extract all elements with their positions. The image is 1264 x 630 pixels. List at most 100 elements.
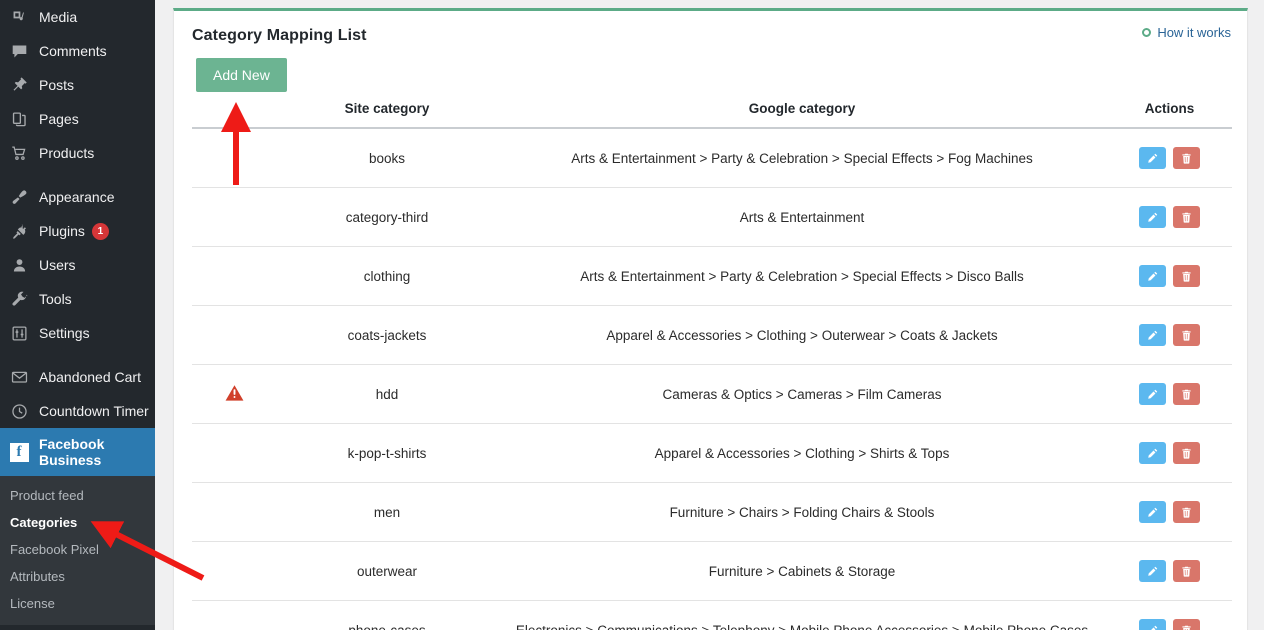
- sidebar-item-label: Tools: [39, 290, 72, 307]
- media-icon: [8, 7, 30, 27]
- row-actions-cell: [1107, 600, 1232, 630]
- delete-row-button[interactable]: [1173, 442, 1200, 464]
- sidebar-item-facebook-business[interactable]: f Facebook Business: [0, 428, 155, 476]
- table-header: Site category Google category Actions: [192, 101, 1232, 129]
- google-category-cell: Apparel & Accessories > Clothing > Shirt…: [497, 423, 1107, 483]
- row-warning-cell: [192, 305, 277, 365]
- sliders-icon: [8, 323, 30, 343]
- site-category-cell: outerwear: [277, 541, 497, 601]
- pencil-icon: [1147, 212, 1158, 223]
- sidebar-item-products[interactable]: Products: [0, 136, 155, 170]
- delete-row-button[interactable]: [1173, 560, 1200, 582]
- sidebar-item-label: Comments: [39, 42, 107, 59]
- submenu-item-license[interactable]: License: [0, 590, 155, 617]
- edit-row-button[interactable]: [1139, 147, 1166, 169]
- sidebar-item-label: Users: [39, 256, 76, 273]
- sidebar-item-label: Abandoned Cart: [39, 368, 141, 385]
- delete-row-button[interactable]: [1173, 206, 1200, 228]
- main-content: Category Mapping List How it works Add N…: [155, 0, 1264, 630]
- google-category-cell: Electronics > Communications > Telephony…: [497, 600, 1107, 630]
- trash-icon: [1181, 448, 1192, 459]
- row-warning-cell: [192, 423, 277, 483]
- pencil-icon: [1147, 153, 1158, 164]
- site-category-cell: phone-cases: [277, 600, 497, 630]
- row-warning-cell: [192, 364, 277, 424]
- edit-row-button[interactable]: [1139, 383, 1166, 405]
- sidebar-item-label: Products: [39, 144, 95, 161]
- admin-sidebar: Media Comments Posts Pages Products Appearanc…: [0, 0, 155, 630]
- trash-icon: [1181, 507, 1192, 518]
- pencil-icon: [1147, 330, 1158, 341]
- row-actions-cell: [1107, 246, 1232, 306]
- delete-row-button[interactable]: [1173, 147, 1200, 169]
- sidebar-item-abandoned-cart[interactable]: Abandoned Cart: [0, 360, 155, 394]
- edit-row-button[interactable]: [1139, 265, 1166, 287]
- posts-pin-icon: [8, 75, 30, 95]
- sidebar-item-plugins[interactable]: Plugins 1: [0, 214, 155, 248]
- table-header-row: Site category Google category Actions: [192, 101, 1232, 129]
- submenu-item-product-feed[interactable]: Product feed: [0, 482, 155, 509]
- sidebar-item-settings[interactable]: Settings: [0, 316, 155, 350]
- pages-icon: [8, 109, 30, 129]
- sidebar-item-appearance[interactable]: Appearance: [0, 180, 155, 214]
- submenu-item-attributes[interactable]: Attributes: [0, 563, 155, 590]
- google-category-cell: Cameras & Optics > Cameras > Film Camera…: [497, 364, 1107, 424]
- row-warning-cell: [192, 187, 277, 247]
- sidebar-item-comments[interactable]: Comments: [0, 34, 155, 68]
- clock-icon: [8, 401, 30, 421]
- facebook-icon: f: [8, 442, 30, 462]
- sidebar-item-label: Countdown Timer: [39, 402, 149, 419]
- delete-row-button[interactable]: [1173, 501, 1200, 523]
- edit-row-button[interactable]: [1139, 501, 1166, 523]
- how-it-works-link[interactable]: How it works: [1142, 25, 1231, 40]
- submenu-item-facebook-pixel[interactable]: Facebook Pixel: [0, 536, 155, 563]
- pencil-icon: [1147, 625, 1158, 630]
- delete-row-button[interactable]: [1173, 619, 1200, 630]
- sidebar-item-media[interactable]: Media: [0, 0, 155, 34]
- pencil-icon: [1147, 566, 1158, 577]
- pencil-icon: [1147, 389, 1158, 400]
- site-category-cell: coats-jackets: [277, 305, 497, 365]
- column-header-site-category: Site category: [277, 101, 497, 129]
- sidebar-item-pages[interactable]: Pages: [0, 102, 155, 136]
- row-warning-cell: [192, 600, 277, 630]
- edit-row-button[interactable]: [1139, 442, 1166, 464]
- column-header-actions: Actions: [1107, 101, 1232, 129]
- edit-row-button[interactable]: [1139, 619, 1166, 630]
- google-category-cell: Furniture > Chairs > Folding Chairs & St…: [497, 482, 1107, 542]
- trash-icon: [1181, 566, 1192, 577]
- pencil-icon: [1147, 507, 1158, 518]
- submenu-item-categories[interactable]: Categories: [0, 509, 155, 536]
- add-new-button[interactable]: Add New: [196, 58, 287, 92]
- edit-row-button[interactable]: [1139, 560, 1166, 582]
- google-category-cell: Apparel & Accessories > Clothing > Outer…: [497, 305, 1107, 365]
- plug-icon: [8, 221, 30, 241]
- site-category-cell: hdd: [277, 364, 497, 424]
- sidebar-item-posts[interactable]: Posts: [0, 68, 155, 102]
- google-category-cell: Arts & Entertainment: [497, 187, 1107, 247]
- row-warning-cell: [192, 482, 277, 542]
- row-actions-cell: [1107, 541, 1232, 601]
- info-circle-icon: [1142, 28, 1152, 37]
- sidebar-submenu: Product feed Categories Facebook Pixel Attr…: [0, 476, 155, 625]
- sidebar-item-label: Pages: [39, 110, 79, 127]
- table-row: k-pop-t-shirts Apparel & Accessories > Cl…: [192, 423, 1232, 483]
- column-header-google-category: Google category: [497, 101, 1107, 129]
- row-actions-cell: [1107, 364, 1232, 424]
- delete-row-button[interactable]: [1173, 265, 1200, 287]
- edit-row-button[interactable]: [1139, 206, 1166, 228]
- site-category-cell: k-pop-t-shirts: [277, 423, 497, 483]
- table-body: books Arts & Entertainment > Party & Cele…: [192, 128, 1232, 630]
- delete-row-button[interactable]: [1173, 324, 1200, 346]
- edit-row-button[interactable]: [1139, 324, 1166, 346]
- delete-row-button[interactable]: [1173, 383, 1200, 405]
- sidebar-item-users[interactable]: Users: [0, 248, 155, 282]
- site-category-cell: books: [277, 128, 497, 188]
- wrench-icon: [8, 289, 30, 309]
- sidebar-item-countdown-timer[interactable]: Countdown Timer: [0, 394, 155, 428]
- table-row: phone-cases Electronics > Communications …: [192, 600, 1232, 630]
- cart-icon: [8, 143, 30, 163]
- google-category-cell: Arts & Entertainment > Party & Celebrati…: [497, 246, 1107, 306]
- sidebar-item-tools[interactable]: Tools: [0, 282, 155, 316]
- trash-icon: [1181, 271, 1192, 282]
